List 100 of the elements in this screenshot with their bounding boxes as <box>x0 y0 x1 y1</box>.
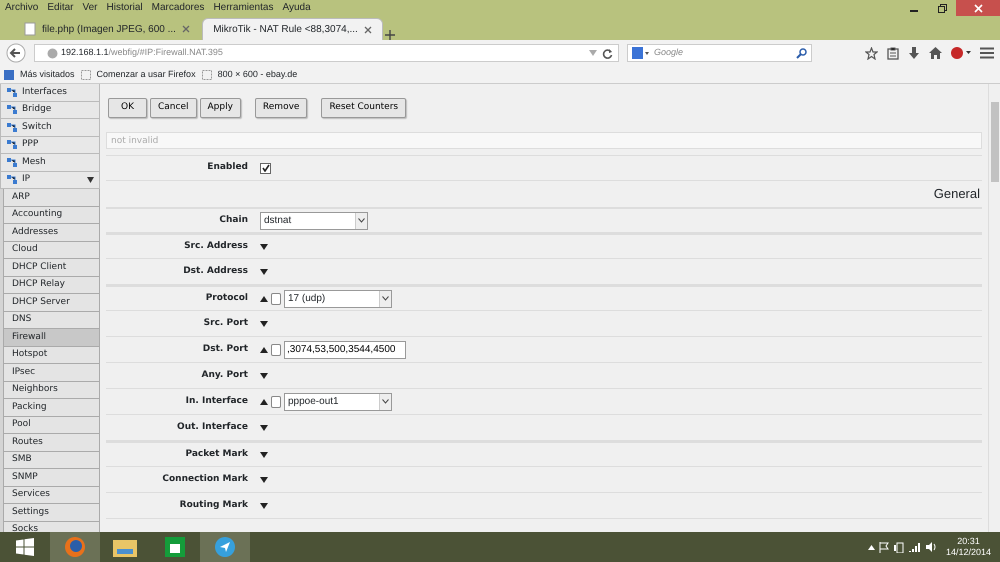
expand-arrow-icon[interactable] <box>260 452 268 458</box>
expand-arrow-icon[interactable] <box>260 476 268 482</box>
speaker-icon[interactable] <box>926 542 937 552</box>
url-text: 192.168.1.1/webfig/#IP:Firewall.NAT.395 <box>61 46 223 60</box>
select-field[interactable]: dstnat <box>260 212 368 230</box>
bookmark-link[interactable]: 800 × 600 - ebay.de <box>218 68 298 82</box>
select-field[interactable]: 17 (udp) <box>284 290 392 308</box>
search-icon[interactable] <box>796 48 807 58</box>
sidebar-subitem[interactable]: Services <box>3 486 100 504</box>
close-icon[interactable] <box>364 26 372 34</box>
sidebar-subitem[interactable]: DHCP Server <box>3 294 100 312</box>
sidebar-subitem[interactable]: DNS <box>3 312 100 329</box>
menu-item[interactable]: Marcadores <box>152 0 204 14</box>
text-field[interactable]: ,3074,53,500,3544,4500 <box>284 340 406 358</box>
menu-item[interactable]: Herramientas <box>213 0 274 14</box>
field-label: Out. Interface <box>176 420 249 434</box>
reload-icon[interactable] <box>602 48 613 58</box>
clock[interactable]: 20:31 14/12/2014 <box>946 536 991 558</box>
download-icon[interactable] <box>908 46 920 60</box>
sidebar-subitem[interactable]: Pool <box>3 416 100 434</box>
sidebar-item[interactable]: IP <box>0 172 100 189</box>
stop-sign-icon[interactable] <box>951 47 971 59</box>
menu-item[interactable]: Ver <box>82 0 98 14</box>
sidebar-item[interactable]: Bridge <box>0 102 100 119</box>
field-label: In. Interface <box>184 394 249 408</box>
flag-icon[interactable] <box>879 542 890 552</box>
section-title: General <box>934 185 980 204</box>
sidebar-item[interactable]: Switch <box>0 119 100 136</box>
collapse-arrow-icon[interactable] <box>260 346 268 352</box>
close-icon[interactable] <box>182 25 190 33</box>
sidebar-item[interactable]: PPP <box>0 136 100 154</box>
search-field[interactable]: Google <box>627 44 812 62</box>
star-icon[interactable] <box>865 46 878 60</box>
expand-arrow-icon[interactable] <box>260 244 268 250</box>
menu-item[interactable]: Ayuda <box>282 0 311 14</box>
negate-checkbox[interactable] <box>271 344 281 356</box>
sidebar-subitem[interactable]: Addresses <box>3 224 100 242</box>
select-field[interactable]: pppoe-out1 <box>284 392 392 410</box>
expand-arrow-icon[interactable] <box>260 372 268 378</box>
collapse-arrow-icon[interactable] <box>260 398 268 404</box>
negate-checkbox[interactable] <box>271 292 281 304</box>
sidebar-subitem[interactable]: Hotspot <box>3 346 100 364</box>
network-icon <box>7 158 18 167</box>
enabled-checkbox[interactable] <box>260 162 271 174</box>
page-icon <box>202 70 212 80</box>
expand-arrow-icon[interactable] <box>260 502 268 508</box>
menu-icon[interactable] <box>980 47 994 59</box>
expand-arrow-icon[interactable] <box>260 268 268 274</box>
home-icon[interactable] <box>929 47 942 59</box>
sidebar-subitem[interactable]: Cloud <box>3 242 100 259</box>
chevron-icon <box>358 218 365 223</box>
sidebar-subitem[interactable]: Routes <box>3 434 100 452</box>
browser-tab[interactable]: file.php (Imagen JPEG, 600 ... <box>14 18 200 40</box>
battery-icon[interactable] <box>894 542 905 552</box>
expand-arrow-icon[interactable] <box>260 320 268 326</box>
sidebar-subitem[interactable]: DHCP Relay <box>3 276 100 294</box>
form-button[interactable]: Apply <box>200 98 241 118</box>
field-label: Packet Mark <box>184 448 249 461</box>
bookmark-link[interactable]: Más visitados <box>20 68 75 82</box>
form-button[interactable]: Cancel <box>150 98 196 118</box>
signal-bars-icon[interactable] <box>909 542 922 552</box>
browser-tab[interactable]: MikroTik - NAT Rule <88,3074,... <box>202 18 383 40</box>
dropdown-button[interactable] <box>355 212 367 228</box>
sidebar-subitem[interactable]: Accounting <box>3 206 100 224</box>
menu-item[interactable]: Historial <box>106 0 143 14</box>
sidebar-subitem[interactable]: IPsec <box>3 364 100 382</box>
sidebar-subitem[interactable]: SMB <box>3 452 100 469</box>
clipboard-icon[interactable] <box>887 46 899 60</box>
scrollbar[interactable] <box>988 84 1000 532</box>
collapse-arrow-icon[interactable] <box>260 296 268 302</box>
chevron-icon <box>382 399 389 404</box>
menu-item[interactable]: Editar <box>47 0 74 14</box>
form-button[interactable]: Remove <box>254 98 308 118</box>
negate-checkbox[interactable] <box>271 396 281 408</box>
sidebar-subitem[interactable]: Settings <box>3 504 100 522</box>
sidebar-subitem[interactable]: Firewall <box>3 329 100 346</box>
close-window-button[interactable] <box>956 0 1000 16</box>
up-arrow-icon[interactable] <box>868 544 875 550</box>
dropdown-button[interactable] <box>379 394 391 410</box>
form-button[interactable]: Reset Counters <box>321 98 406 118</box>
dropdown-button[interactable] <box>379 290 391 306</box>
address-field[interactable]: 192.168.1.1/webfig/#IP:Firewall.NAT.395 <box>34 44 619 62</box>
bookmark-link[interactable]: Comenzar a usar Firefox <box>96 68 196 82</box>
form-button[interactable]: OK <box>108 98 147 118</box>
menu-item[interactable]: Archivo <box>5 0 38 14</box>
status-field[interactable]: not invalid <box>106 132 982 149</box>
sidebar-subitem[interactable]: Packing <box>3 399 100 416</box>
sidebar-item[interactable]: Interfaces <box>0 84 100 102</box>
sidebar-subitem[interactable]: Socks <box>3 522 100 532</box>
field-label: Dst. Port <box>202 342 249 356</box>
plus-icon[interactable] <box>385 30 396 40</box>
sidebar-item[interactable]: Mesh <box>0 154 100 172</box>
sidebar-subitem[interactable]: DHCP Client <box>3 259 100 276</box>
expand-arrow-icon[interactable] <box>260 424 268 430</box>
sidebar-subitem[interactable]: SNMP <box>3 469 100 486</box>
network-icon <box>7 122 18 132</box>
field-label: Any. Port <box>200 368 249 382</box>
bookmark-icon <box>4 70 14 80</box>
sidebar-subitem[interactable]: ARP <box>3 189 100 206</box>
sidebar-subitem[interactable]: Neighbors <box>3 382 100 399</box>
